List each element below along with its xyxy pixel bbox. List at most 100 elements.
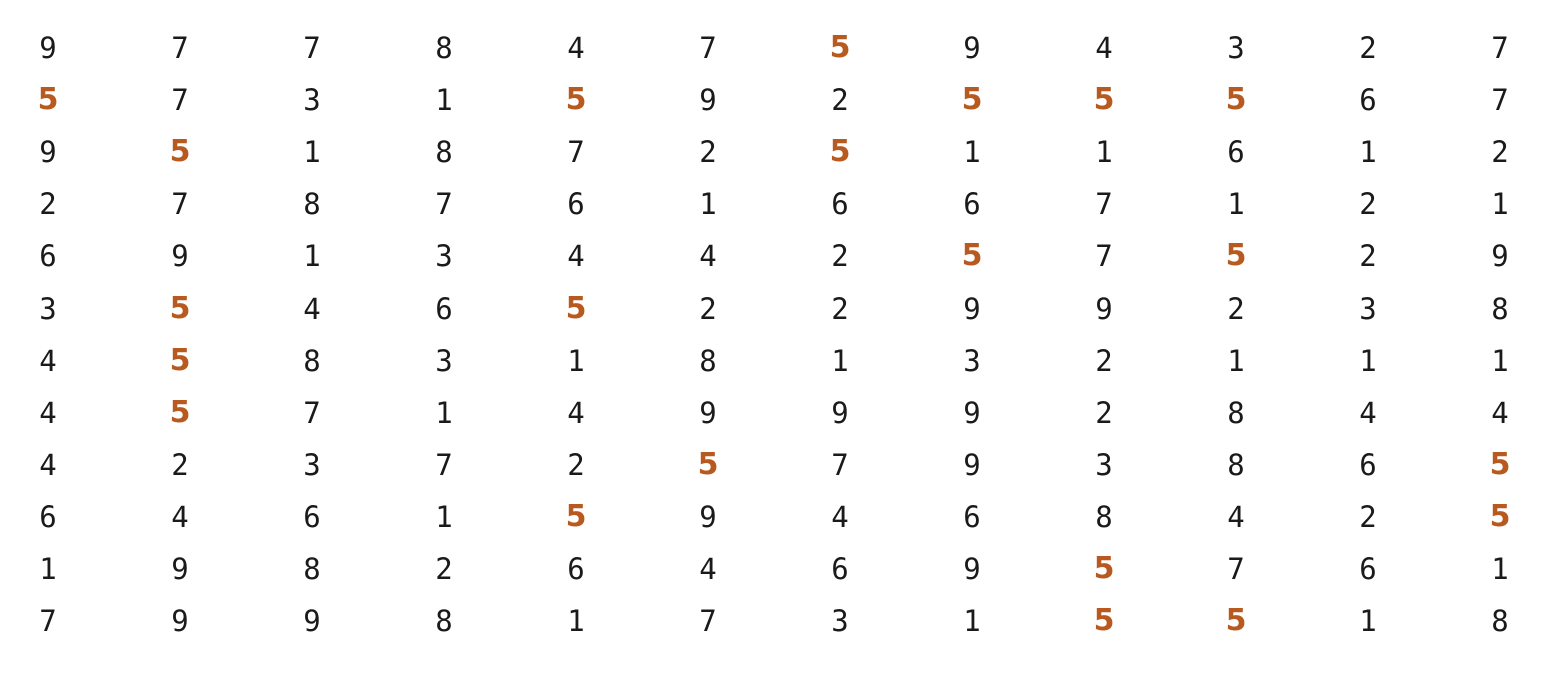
digit-cell: 6: [303, 499, 321, 534]
digit-cell: 6: [1227, 135, 1245, 170]
digit-cell: 9: [831, 395, 849, 430]
digit-cell: 8: [435, 135, 453, 170]
digit-cell: 1: [303, 239, 321, 274]
highlighted-digit-cell: 5: [1489, 498, 1511, 534]
highlighted-digit-cell: 5: [169, 290, 191, 326]
digit-cell: 4: [699, 239, 717, 274]
digit-cell: 1: [963, 604, 981, 639]
digit-cell: 1: [699, 187, 717, 222]
digit-cell: 4: [1491, 395, 1509, 430]
digit-cell: 2: [39, 187, 57, 222]
digit-cell: 4: [1227, 499, 1245, 534]
highlighted-digit-cell: 5: [1093, 603, 1115, 639]
digit-cell: 2: [699, 135, 717, 170]
digit-cell: 9: [963, 552, 981, 586]
digit-cell: 7: [171, 31, 189, 65]
digit-cell: 1: [435, 395, 453, 430]
digit-cell: 9: [1095, 291, 1113, 326]
digit-cell: 3: [435, 343, 453, 378]
digit-cell: 3: [831, 604, 849, 639]
digit-cell: 2: [831, 291, 849, 326]
digit-cell: 4: [171, 499, 189, 534]
digit-cell: 1: [1359, 343, 1377, 378]
digit-cell: 9: [963, 31, 981, 65]
digit-cell: 9: [699, 395, 717, 430]
digit-cell: 8: [303, 187, 321, 222]
digit-cell: 7: [39, 604, 57, 639]
digit-cell: 9: [171, 239, 189, 274]
digit-cell: 2: [1359, 187, 1377, 222]
highlighted-digit-cell: 5: [961, 82, 983, 118]
digit-cell: 3: [1227, 31, 1245, 65]
digit-cell: 1: [1491, 343, 1509, 378]
highlighted-digit-cell: 5: [565, 290, 587, 326]
digit-cell: 6: [567, 187, 585, 222]
digit-cell: 4: [303, 291, 321, 326]
digit-cell: 1: [831, 343, 849, 378]
digit-cell: 4: [39, 447, 57, 482]
digit-cell: 2: [1095, 343, 1113, 378]
digit-cell: 3: [303, 83, 321, 118]
highlighted-digit-cell: 5: [565, 82, 587, 118]
highlighted-digit-cell: 5: [169, 394, 191, 430]
digit-cell: 1: [1095, 135, 1113, 170]
digit-cell: 7: [1227, 552, 1245, 586]
digit-cell: 8: [435, 604, 453, 639]
digit-cell: 8: [1095, 499, 1113, 534]
digit-cell: 7: [699, 31, 717, 65]
digit-cell: 3: [1359, 291, 1377, 326]
highlighted-digit-cell: 5: [1225, 238, 1247, 274]
digit-cell: 8: [699, 343, 717, 378]
digit-cell: 4: [567, 395, 585, 430]
highlighted-digit-cell: 5: [1225, 82, 1247, 118]
digit-cell: 7: [831, 447, 849, 482]
digit-cell: 6: [39, 239, 57, 274]
digit-cell: 2: [171, 447, 189, 482]
highlighted-digit-cell: 5: [169, 134, 191, 170]
highlighted-digit-cell: 5: [697, 446, 719, 482]
digit-cell: 9: [171, 604, 189, 639]
digit-cell: 1: [1227, 187, 1245, 222]
highlighted-digit-cell: 5: [1489, 446, 1511, 482]
digit-cell: 7: [699, 604, 717, 639]
digit-cell: 2: [567, 447, 585, 482]
digit-cell: 9: [303, 604, 321, 639]
digit-cell: 2: [1359, 499, 1377, 534]
digit-cell: 9: [963, 291, 981, 326]
digit-cell: 2: [1359, 239, 1377, 274]
digit-cell: 2: [435, 552, 453, 586]
digit-cell: 1: [567, 604, 585, 639]
digit-cell: 7: [171, 187, 189, 222]
digit-cell: 8: [303, 552, 321, 586]
highlighted-digit-cell: 5: [37, 82, 59, 118]
digit-cell: 7: [567, 135, 585, 170]
digit-cell: 1: [435, 83, 453, 118]
highlighted-digit-cell: 5: [169, 342, 191, 378]
digit-cell: 6: [1359, 447, 1377, 482]
digit-cell: 8: [1227, 447, 1245, 482]
digit-cell: 4: [1095, 31, 1113, 65]
digit-cell: 7: [1095, 239, 1113, 274]
highlighted-digit-cell: 5: [961, 238, 983, 274]
digit-cell: 1: [1491, 187, 1509, 222]
digit-cell: 8: [1491, 291, 1509, 326]
digit-cell: 1: [435, 499, 453, 534]
digit-cell: 4: [1359, 395, 1377, 430]
digit-cell: 1: [303, 135, 321, 170]
digit-cell: 9: [39, 135, 57, 170]
digit-cell: 3: [39, 291, 57, 326]
highlighted-digit-cell: 5: [1093, 82, 1115, 118]
highlighted-digit-cell: 5: [829, 134, 851, 170]
digit-cell: 6: [39, 499, 57, 534]
digit-cell: 7: [1095, 187, 1113, 222]
digit-cell: 9: [39, 31, 57, 65]
digit-cell: 4: [567, 239, 585, 274]
digit-cell: 6: [567, 552, 585, 586]
digit-cell: 3: [963, 343, 981, 378]
digit-cell: 2: [1491, 135, 1509, 170]
digit-cell: 2: [1227, 291, 1245, 326]
digit-cell: 1: [963, 135, 981, 170]
digit-cell: 9: [963, 395, 981, 430]
digit-cell: 7: [435, 187, 453, 222]
digit-cell: 7: [435, 447, 453, 482]
